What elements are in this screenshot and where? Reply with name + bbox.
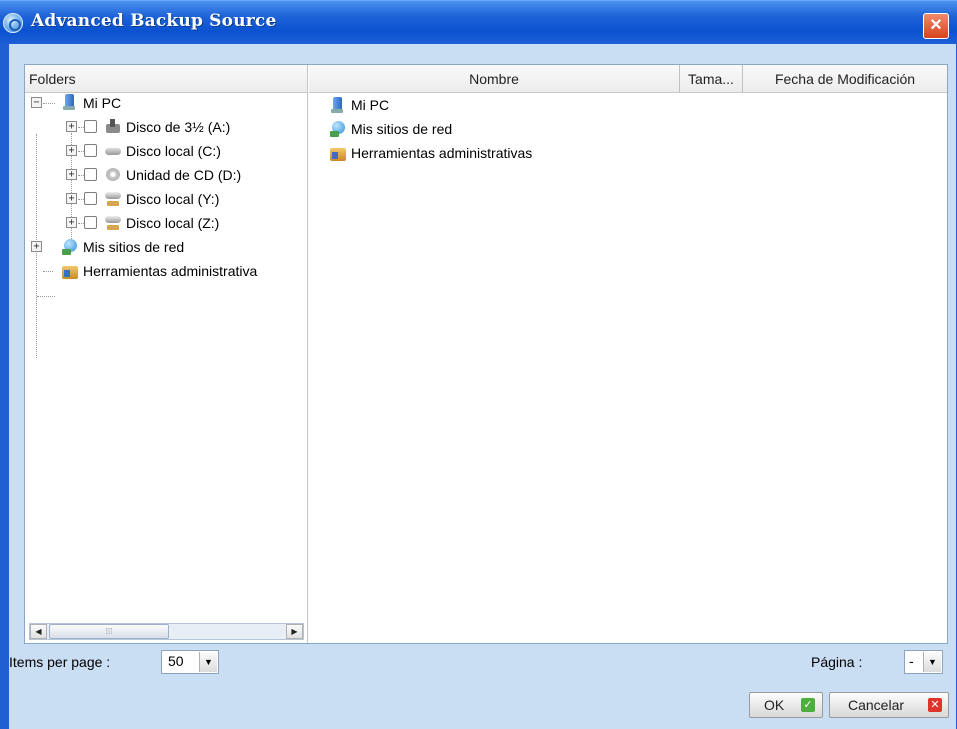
list-item-name: Herramientas administrativas — [351, 145, 533, 161]
folders-header[interactable]: Folders — [25, 65, 307, 93]
network-drive-icon — [104, 190, 122, 208]
scroll-right-icon[interactable]: ▶ — [286, 624, 303, 639]
x-icon: ✕ — [928, 698, 942, 712]
computer-icon — [61, 93, 79, 111]
tree-item-label: Mis sitios de red — [83, 239, 185, 255]
chevron-down-icon[interactable]: ▼ — [923, 652, 941, 672]
drive-y-checkbox[interactable] — [84, 192, 97, 205]
tree-item-drive-z[interactable]: + Disco local (Z:) — [25, 211, 307, 235]
page-select[interactable]: - ▼ — [904, 650, 943, 674]
floppy-drive-icon — [104, 118, 122, 136]
chevron-down-icon[interactable]: ▼ — [199, 652, 217, 672]
tree-item-label: Disco local (Y:) — [126, 191, 220, 207]
tree-item-label: Disco local (Z:) — [126, 215, 220, 231]
hard-drive-icon — [104, 142, 122, 160]
column-header-modified[interactable]: Fecha de Modificación — [743, 65, 947, 93]
network-places-icon — [61, 238, 79, 256]
file-list-header: Nombre Tama... Fecha de Modificación — [309, 65, 947, 93]
tree-item-label: Disco de 3½ (A:) — [126, 119, 231, 135]
computer-icon — [329, 96, 347, 114]
expand-icon[interactable]: + — [66, 169, 77, 180]
tree-item-drive-y[interactable]: + Disco local (Y:) — [25, 187, 307, 211]
tree-item-label: Mi PC — [83, 95, 122, 111]
expand-icon[interactable]: + — [66, 121, 77, 132]
scroll-left-icon[interactable]: ◀ — [30, 624, 47, 639]
drive-c-checkbox[interactable] — [84, 144, 97, 157]
ok-button[interactable]: OK ✓ — [749, 692, 823, 718]
network-places-icon — [329, 120, 347, 138]
tree-item-drive-a[interactable]: + Disco de 3½ (A:) — [25, 115, 307, 139]
tree-item-label: Unidad de CD (D:) — [126, 167, 242, 183]
collapse-icon[interactable]: − — [31, 97, 42, 108]
browser-panel: Folders − Mi PC + Disco de 3½ (A:) + Dis… — [24, 64, 948, 644]
tree-item-admin-tools[interactable]: Herramientas administrativa — [25, 259, 307, 283]
folders-pane: Folders − Mi PC + Disco de 3½ (A:) + Dis… — [25, 65, 308, 643]
admin-tools-icon — [329, 144, 347, 162]
list-item-name: Mi PC — [351, 97, 390, 113]
tree-item-mi-pc[interactable]: − Mi PC — [25, 91, 307, 115]
title-bar[interactable]: Advanced Backup Source × — [0, 0, 957, 44]
file-list-pane: Nombre Tama... Fecha de Modificación Mi … — [309, 65, 947, 643]
drive-d-checkbox[interactable] — [84, 168, 97, 181]
cd-drive-icon — [104, 166, 122, 184]
expand-icon[interactable]: + — [66, 217, 77, 228]
checkmark-icon: ✓ — [801, 698, 815, 712]
scroll-thumb[interactable]: ⁞⁞⁞ — [49, 624, 169, 639]
close-icon[interactable]: × — [923, 13, 949, 39]
tree-connector — [37, 296, 55, 297]
tree-item-drive-d[interactable]: + Unidad de CD (D:) — [25, 163, 307, 187]
drive-a-checkbox[interactable] — [84, 120, 97, 133]
drive-z-checkbox[interactable] — [84, 216, 97, 229]
cancel-button-label: Cancelar — [848, 697, 905, 713]
column-header-name[interactable]: Nombre — [309, 65, 680, 93]
list-item-name: Mis sitios de red — [351, 121, 453, 137]
tree-item-network-places[interactable]: + Mis sitios de red — [25, 235, 307, 259]
column-header-size[interactable]: Tama... — [680, 65, 743, 93]
expand-icon[interactable]: + — [31, 241, 42, 252]
cancel-button[interactable]: Cancelar ✕ — [829, 692, 949, 718]
page-label: Página : — [811, 654, 863, 670]
expand-icon[interactable]: + — [66, 145, 77, 156]
network-drive-icon — [104, 214, 122, 232]
items-per-page-select[interactable]: 50 ▼ — [161, 650, 219, 674]
page-value: - — [909, 653, 914, 669]
tree-item-label: Disco local (C:) — [126, 143, 221, 159]
admin-tools-icon — [61, 262, 79, 280]
items-per-page-value: 50 — [168, 653, 184, 669]
window-title: Advanced Backup Source — [31, 11, 277, 31]
expand-icon[interactable]: + — [66, 193, 77, 204]
app-logo-icon — [3, 13, 23, 33]
tree-item-drive-c[interactable]: + Disco local (C:) — [25, 139, 307, 163]
paging-bar: Items per page : 50 ▼ Página : - ▼ — [9, 648, 948, 680]
ok-button-label: OK — [764, 697, 785, 713]
tree-item-label: Herramientas administrativa — [83, 263, 258, 279]
tree-horizontal-scrollbar[interactable]: ◀ ⁞⁞⁞ ▶ — [29, 623, 304, 640]
items-per-page-label: Items per page : — [9, 654, 111, 670]
